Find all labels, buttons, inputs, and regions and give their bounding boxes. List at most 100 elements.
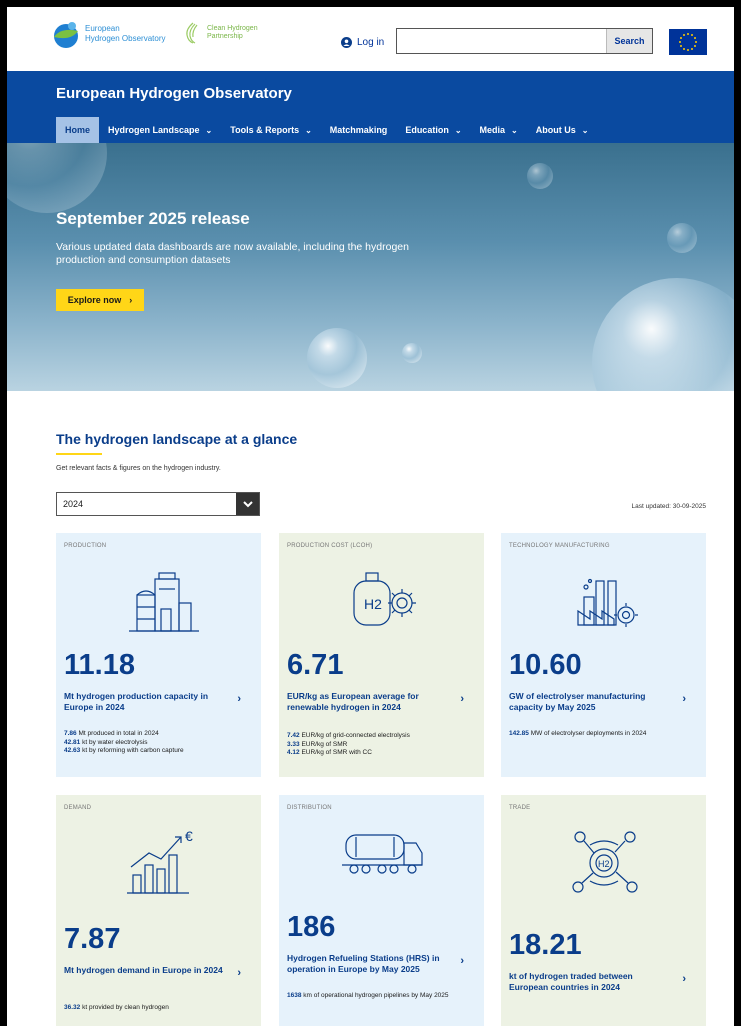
hero-banner: September 2025 release Various updated d…	[7, 143, 734, 391]
eho-logo-line1: European	[85, 24, 120, 33]
explore-now-button[interactable]: Explore now ›	[56, 289, 144, 311]
card-category: PRODUCTION	[64, 543, 107, 549]
card-value: 11.18	[64, 649, 135, 681]
page: European Hydrogen Observatory Clean Hydr…	[7, 7, 734, 1026]
card-trade[interactable]: TRADE H2 18.21 kt of hydrogen traded bet…	[501, 795, 706, 1026]
chevron-down-icon: ⌄	[511, 125, 518, 135]
card-category: DEMAND	[64, 805, 92, 811]
nav-label: Media	[479, 125, 506, 135]
card-value: 186	[287, 911, 336, 943]
card-category: TECHNOLOGY MANUFACTURING	[509, 543, 610, 549]
chevron-down-icon: ⌄	[305, 125, 312, 135]
detail-line: 142.85 MW of electrolyser deployments in…	[509, 730, 647, 737]
chevron-right-icon[interactable]: ›	[682, 973, 686, 985]
chevron-right-icon[interactable]: ›	[460, 693, 464, 705]
svg-text:H2: H2	[598, 859, 610, 869]
card-demand[interactable]: DEMAND € 7.87 Mt hydrogen demand in Euro…	[56, 795, 261, 1026]
chevron-down-icon: ⌄	[581, 125, 589, 135]
nav-item-about-us[interactable]: About Us ⌄	[527, 117, 598, 143]
chp-logo-line1: Clean Hydrogen	[207, 25, 258, 32]
chevron-right-icon[interactable]: ›	[237, 967, 241, 979]
eho-logo-icon	[54, 22, 78, 48]
detail-line: 36.32 kt provided by clean hydrogen	[64, 1004, 169, 1011]
chevron-right-icon[interactable]: ›	[682, 693, 686, 705]
card-technology-manufacturing[interactable]: TECHNOLOGY MANUFACTURING 10.60 GW of ele…	[501, 533, 706, 777]
section-subtitle: Get relevant facts & figures on the hydr…	[56, 465, 221, 472]
bubble-decoration	[667, 223, 697, 253]
year-select-value: 2024	[63, 499, 84, 509]
year-select[interactable]: 2024	[56, 492, 260, 516]
card-description: kt of hydrogen traded between European c…	[509, 971, 633, 992]
detail-line: 1638 km of operational hydrogen pipeline…	[287, 992, 449, 999]
manufacturing-plant-icon	[576, 578, 638, 627]
eu-flag-icon[interactable]	[669, 29, 707, 55]
login-label: Log in	[357, 37, 385, 48]
chevron-right-icon: ›	[129, 295, 133, 305]
last-updated: Last updated: 30-09-2025	[631, 503, 706, 510]
detail-line: 7.42 EUR/kg of grid-connected electrolys…	[287, 732, 410, 739]
eho-logo[interactable]: European Hydrogen Observatory	[51, 19, 165, 49]
chp-logo[interactable]: Clean Hydrogen Partnership	[183, 21, 258, 45]
card-production[interactable]: PRODUCTION 11.18 Mt hydrogen production …	[56, 533, 261, 777]
card-category: TRADE	[509, 805, 531, 811]
detail-line: 42.63 kt by reforming with carbon captur…	[64, 747, 184, 754]
tanker-truck-icon	[341, 834, 423, 874]
explore-now-label: Explore now	[67, 295, 122, 305]
nav-item-media[interactable]: Media ⌄	[471, 117, 527, 143]
login-link[interactable]: Log in	[341, 37, 384, 48]
card-production-cost[interactable]: PRODUCTION COST (LCOH) H2 6.71 EUR/kg as…	[279, 533, 484, 777]
card-details: 1638 km of operational hydrogen pipeline…	[287, 992, 477, 1001]
hero-title: September 2025 release	[56, 209, 250, 228]
search-input[interactable]	[397, 29, 606, 53]
user-icon	[341, 37, 352, 48]
nav-item-tools-reports[interactable]: Tools & Reports ⌄	[221, 117, 321, 143]
main-nav: Home Hydrogen Landscape ⌄ Tools & Report…	[56, 117, 597, 143]
card-details: 7.42 EUR/kg of grid-connected electrolys…	[287, 732, 477, 758]
nav-item-home[interactable]: Home	[56, 117, 100, 143]
top-bar: European Hydrogen Observatory Clean Hydr…	[7, 7, 734, 71]
chp-logo-line2: Partnership	[207, 33, 243, 40]
card-distribution[interactable]: DISTRIBUTION 186 Hydrogen Refueling Stat…	[279, 795, 484, 1026]
card-value: 7.87	[64, 923, 121, 955]
site-title[interactable]: European Hydrogen Observatory	[56, 85, 292, 102]
card-category: PRODUCTION COST (LCOH)	[287, 543, 373, 549]
chevron-right-icon[interactable]: ›	[460, 955, 464, 967]
nav-label: About Us	[535, 125, 576, 135]
nav-item-education[interactable]: Education ⌄	[396, 117, 470, 143]
detail-line: 3.33 EUR/kg of SMR	[287, 740, 348, 748]
search-button[interactable]: Search	[606, 29, 652, 53]
chevron-down-icon: ⌄	[205, 125, 213, 135]
section-title: The hydrogen landscape at a glance	[56, 431, 298, 447]
card-category: DISTRIBUTION	[287, 805, 332, 811]
card-description: GW of electrolyser manufacturing capacit…	[509, 691, 646, 712]
svg-text:H2: H2	[364, 596, 382, 612]
card-value: 6.71	[287, 649, 344, 681]
card-description: EUR/kg as European average for renewable…	[287, 691, 419, 712]
chp-logo-icon	[186, 22, 198, 44]
detail-line: 7.86 Mt produced in total in 2024	[64, 730, 159, 737]
detail-line: 4.12 EUR/kg of SMR with CC	[287, 749, 372, 756]
bubble-decoration	[7, 143, 107, 213]
card-description: Mt hydrogen demand in Europe in 2024	[64, 965, 223, 975]
title-underline	[56, 453, 102, 455]
nav-item-matchmaking[interactable]: Matchmaking	[321, 117, 397, 143]
bubble-decoration	[402, 343, 422, 363]
bar-chart-euro-icon: €	[126, 828, 193, 894]
chevron-right-icon[interactable]: ›	[237, 693, 241, 705]
factory-tanks-icon	[128, 572, 199, 632]
nav-label: Hydrogen Landscape	[108, 125, 200, 135]
nav-label: Education	[405, 125, 449, 135]
nav-label: Matchmaking	[329, 125, 388, 135]
card-details: 142.85 MW of electrolyser deployments in…	[509, 730, 699, 739]
hero-text: Various updated data dashboards are now …	[56, 241, 409, 266]
nav-label: Home	[65, 125, 91, 135]
card-value: 18.21	[509, 929, 582, 961]
bubble-decoration	[527, 163, 553, 189]
card-details: 7.86 Mt produced in total in 2024 42.81 …	[64, 730, 254, 756]
h2-network-icon: H2	[571, 831, 638, 893]
bubble-decoration	[307, 328, 367, 388]
nav-item-hydrogen-landscape[interactable]: Hydrogen Landscape ⌄	[99, 117, 221, 143]
card-value: 10.60	[509, 649, 582, 681]
site-header: European Hydrogen Observatory Home Hydro…	[7, 71, 734, 143]
chevron-down-icon: ⌄	[454, 125, 462, 135]
